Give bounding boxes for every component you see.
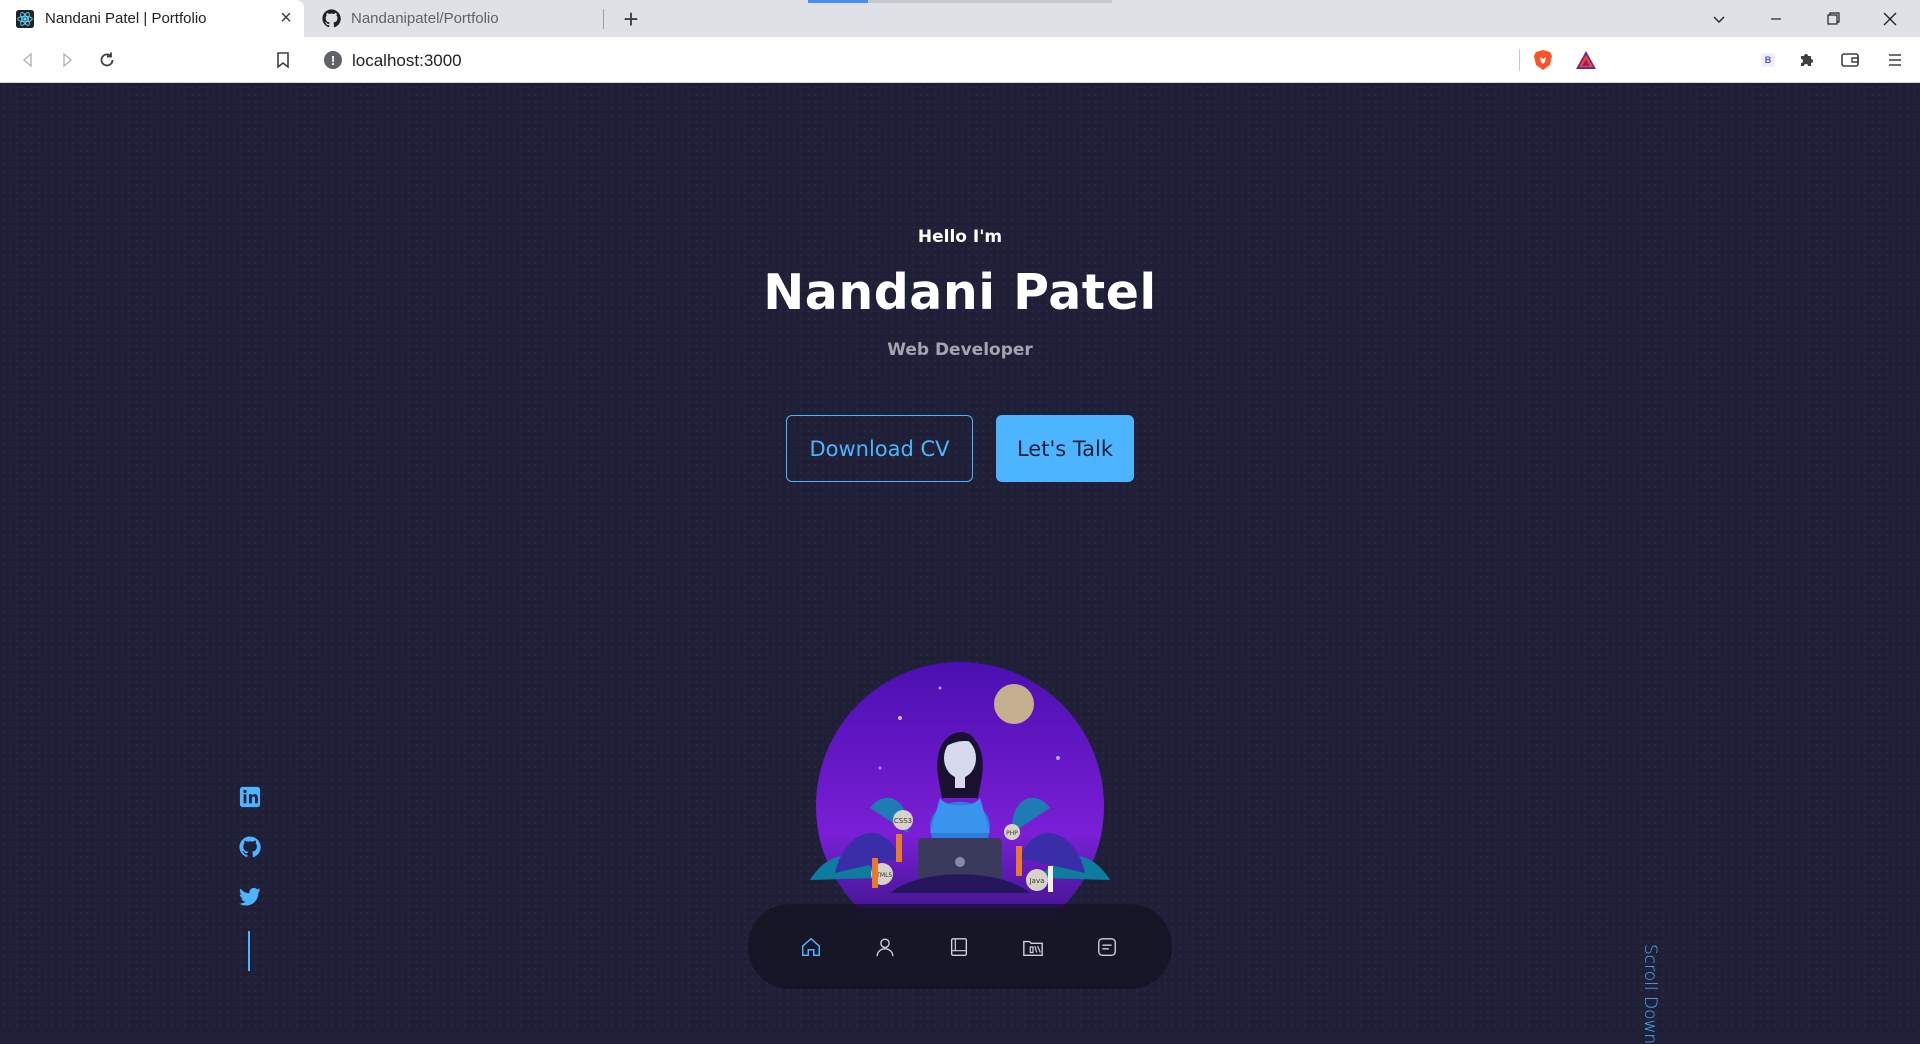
browser-tab-strip: Nandani Patel | Portfolio × Nandanipatel… xyxy=(0,0,1920,37)
close-window-button[interactable] xyxy=(1863,0,1917,37)
close-icon xyxy=(1883,12,1897,25)
download-cv-button[interactable]: Download CV xyxy=(786,415,973,482)
restore-button[interactable] xyxy=(1806,0,1860,37)
github-link[interactable] xyxy=(237,834,263,860)
nav-about[interactable] xyxy=(866,928,904,966)
browser-toolbar: ! localhost:3000 B xyxy=(0,37,1920,83)
back-arrow-icon xyxy=(22,52,32,68)
brave-shields-button[interactable] xyxy=(1528,45,1558,75)
forward-arrow-icon xyxy=(63,52,73,68)
hero-illustration: CSS3 HTML5 Java PHP xyxy=(790,658,1130,908)
tab-github[interactable]: Nandanipatel/Portfolio xyxy=(306,0,604,37)
omnibox-divider xyxy=(1519,49,1520,71)
extensions-button[interactable] xyxy=(1792,45,1822,75)
hero-greeting: Hello I'm xyxy=(917,227,1003,247)
tab-portfolio[interactable]: Nandani Patel | Portfolio × xyxy=(0,0,304,37)
github-icon xyxy=(321,9,341,29)
back-button[interactable] xyxy=(13,45,43,75)
puzzle-icon xyxy=(1801,54,1813,66)
scroll-down-link[interactable]: Scroll Down xyxy=(1640,944,1660,1044)
loading-track xyxy=(868,0,1112,3)
chevron-down-icon xyxy=(1713,16,1725,23)
user-icon xyxy=(876,938,894,957)
bookmark-button[interactable] xyxy=(268,45,298,75)
react-icon xyxy=(15,9,35,29)
tab-search-button[interactable] xyxy=(1692,0,1746,37)
nav-contact[interactable] xyxy=(1088,928,1126,966)
minimize-icon xyxy=(1771,17,1781,20)
loading-indicator xyxy=(808,0,868,3)
forward-button[interactable] xyxy=(52,45,82,75)
rewards-triangle-icon xyxy=(1576,51,1596,69)
new-tab-button[interactable]: + xyxy=(616,4,646,34)
hero-name: Nandani Patel xyxy=(763,264,1157,321)
social-divider-line xyxy=(248,931,250,971)
github-icon xyxy=(239,836,261,858)
nav-home[interactable] xyxy=(792,928,830,966)
message-icon xyxy=(1098,938,1116,956)
badge-css3: CSS3 xyxy=(894,817,912,825)
restore-icon xyxy=(1826,12,1840,25)
reload-button[interactable] xyxy=(92,45,122,75)
bookmark-icon xyxy=(277,51,289,69)
portfolio-page: Hello I'm Nandani Patel Web Developer Do… xyxy=(0,84,1920,1044)
twitter-icon xyxy=(239,887,261,906)
tab-divider xyxy=(603,9,604,29)
close-tab-icon[interactable]: × xyxy=(274,7,298,31)
linkedin-icon xyxy=(239,786,261,808)
bottom-nav xyxy=(748,904,1172,989)
badge-php: PHP xyxy=(1006,830,1018,837)
brave-rewards-button[interactable] xyxy=(1571,45,1601,75)
wallet-button[interactable] xyxy=(1835,45,1865,75)
lets-talk-button[interactable]: Let's Talk xyxy=(996,415,1134,482)
extension-badge: B xyxy=(1760,53,1776,67)
address-bar[interactable]: ! localhost:3000 xyxy=(312,42,1608,78)
nav-portfolio[interactable] xyxy=(1014,928,1052,966)
hero-role: Web Developer xyxy=(887,340,1033,360)
extension-b-button[interactable]: B xyxy=(1753,45,1783,75)
tab-title: Nandanipatel/Portfolio xyxy=(351,10,499,27)
portfolio-icon xyxy=(1023,940,1043,956)
home-icon xyxy=(802,937,820,956)
book-icon xyxy=(950,938,968,956)
badge-java: Java xyxy=(1029,877,1045,885)
url-text: localhost:3000 xyxy=(352,51,462,70)
minimize-button[interactable] xyxy=(1749,0,1803,37)
hamburger-icon xyxy=(1889,54,1901,66)
linkedin-link[interactable] xyxy=(237,784,263,810)
wallet-icon xyxy=(1841,53,1859,67)
twitter-link[interactable] xyxy=(237,884,263,910)
menu-button[interactable] xyxy=(1880,45,1910,75)
site-info-icon[interactable]: ! xyxy=(324,51,342,69)
nav-experience[interactable] xyxy=(940,928,978,966)
reload-icon xyxy=(100,52,114,67)
brave-lion-icon xyxy=(1534,50,1552,70)
tab-title: Nandani Patel | Portfolio xyxy=(45,10,207,27)
